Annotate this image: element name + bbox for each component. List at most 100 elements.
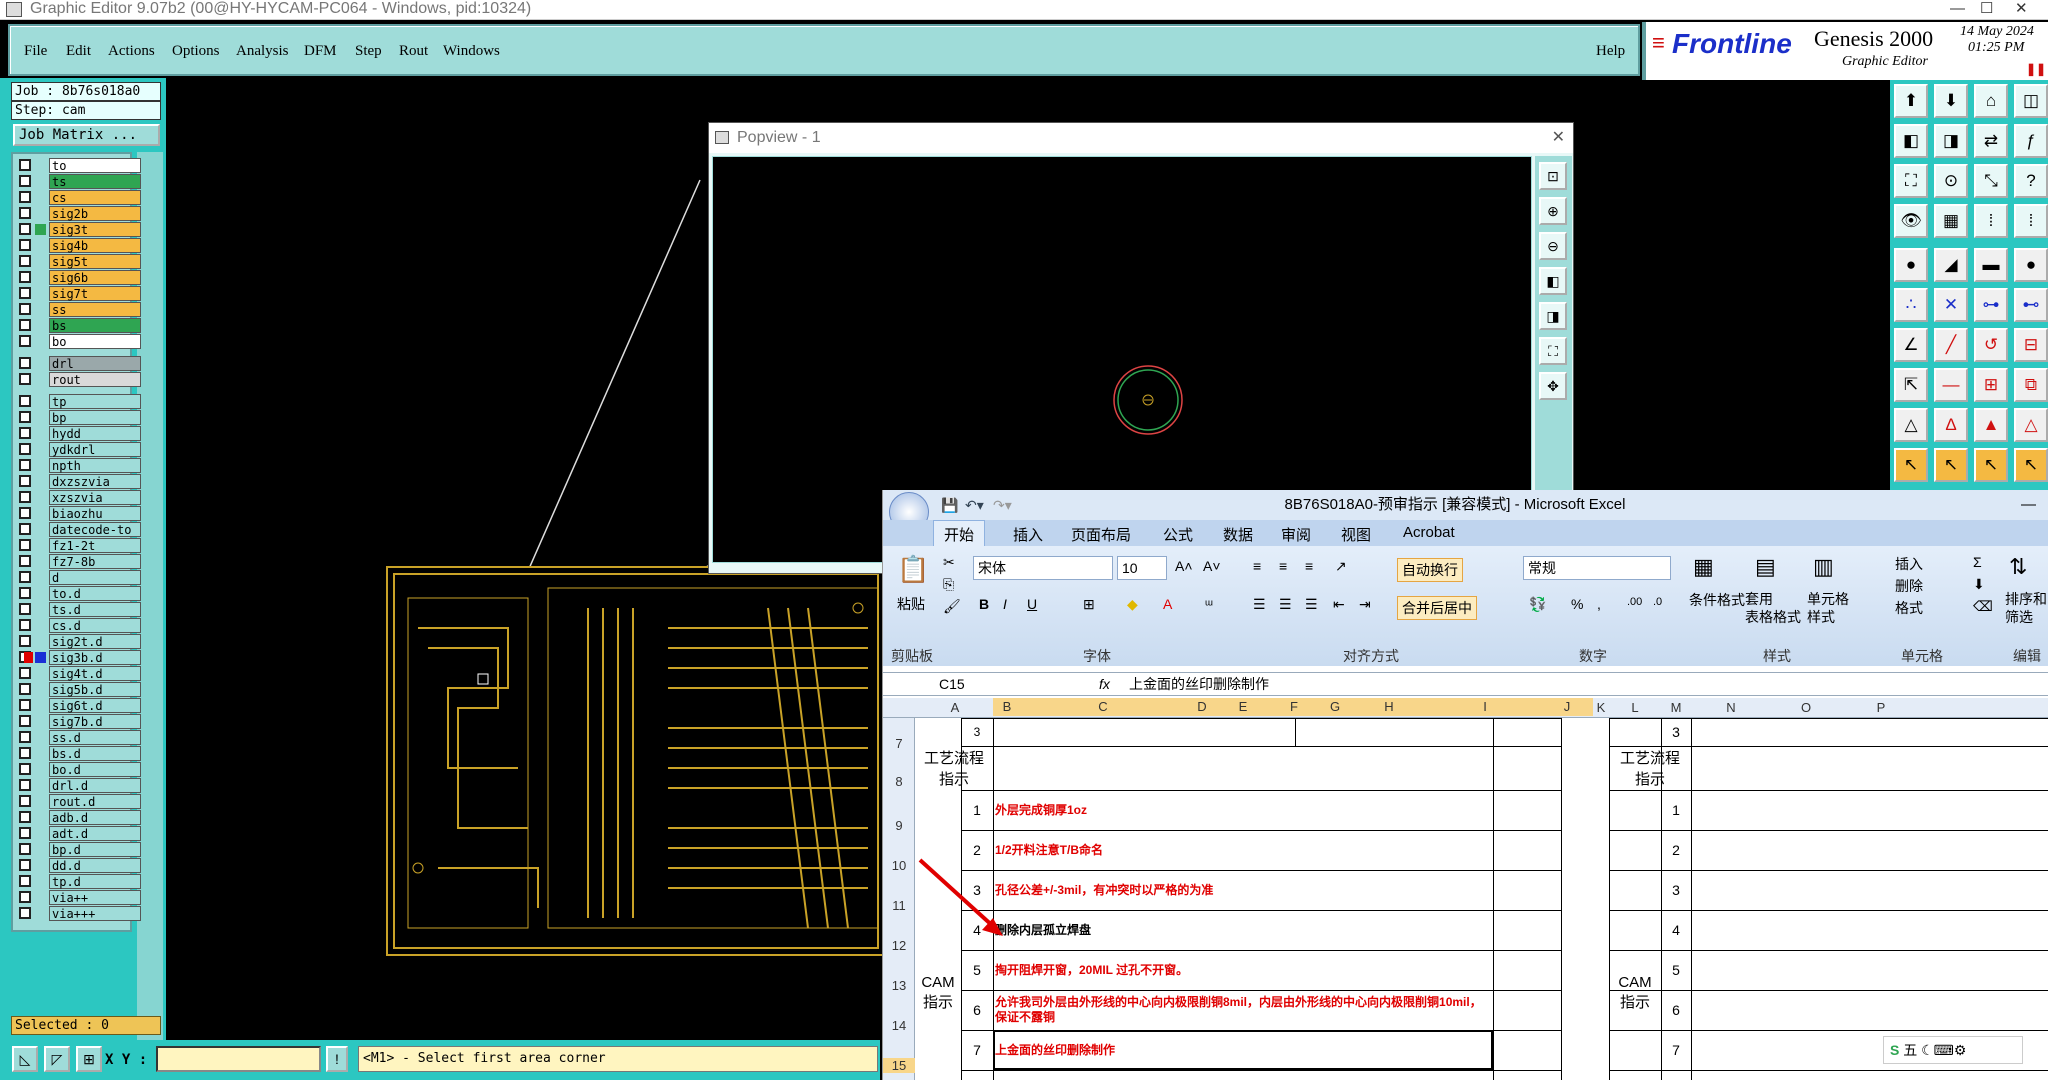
comma-icon[interactable]: ,: [1597, 596, 1601, 612]
paste-icon[interactable]: 📋: [897, 554, 929, 585]
conditional-format-icon[interactable]: ▦: [1693, 554, 1714, 580]
active-cell[interactable]: [993, 1030, 1493, 1070]
connect-icon[interactable]: ∴: [1894, 288, 1928, 322]
popview-center-icon[interactable]: ✥: [1539, 372, 1567, 400]
align-bottom-icon[interactable]: ≡: [1305, 558, 1313, 574]
row-header[interactable]: 13: [883, 978, 915, 993]
popview-zoom-out-icon[interactable]: ⊖: [1539, 232, 1567, 260]
item-text[interactable]: 孔径公差+/-3mil，有冲突时以严格的为准: [995, 870, 1491, 910]
phonetic-icon[interactable]: ᵚ: [1205, 596, 1213, 612]
cell-style-button[interactable]: 单元格 样式: [1807, 590, 1849, 626]
copy-shape-icon[interactable]: ⧉: [2014, 368, 2048, 402]
conditional-format-button[interactable]: 条件格式: [1689, 590, 1745, 610]
column-header[interactable]: L: [1609, 700, 1661, 715]
right-item-number[interactable]: 4: [1661, 910, 1691, 950]
pan-left-icon[interactable]: ◧: [1894, 124, 1928, 158]
layer-down-icon[interactable]: ⬇: [1934, 84, 1968, 118]
wrap-text-button[interactable]: 自动换行: [1397, 558, 1463, 582]
item-number[interactable]: 5: [961, 950, 993, 990]
popview-close-button[interactable]: ✕: [1552, 123, 1565, 153]
column-header[interactable]: O: [1771, 700, 1841, 715]
mirror-icon[interactable]: ⇄: [1974, 124, 2008, 158]
quick-save-icon[interactable]: 💾: [941, 490, 958, 520]
pan-right-icon[interactable]: ◨: [1934, 124, 1968, 158]
tab-formulas[interactable]: 公式: [1163, 524, 1193, 545]
triangle3-icon[interactable]: ▲: [1974, 408, 2008, 442]
eye-icon[interactable]: 👁: [1894, 204, 1928, 238]
cell-style-icon[interactable]: ▥: [1813, 554, 1834, 580]
pointer2-icon[interactable]: ↖: [1934, 448, 1968, 482]
zoom-center-icon[interactable]: ⊙: [1934, 164, 1968, 198]
function-icon[interactable]: ƒ: [2014, 124, 2048, 158]
slash-icon[interactable]: ╱: [1934, 328, 1968, 362]
drill-icon[interactable]: ⁞: [1974, 204, 2008, 238]
column-header[interactable]: I: [1429, 698, 1541, 716]
align-left-icon[interactable]: ☰: [1253, 596, 1266, 613]
triangle-icon[interactable]: △: [1894, 408, 1928, 442]
pcb-board[interactable]: [386, 566, 886, 956]
column-header[interactable]: J: [1541, 698, 1593, 716]
column-header[interactable]: E: [1219, 698, 1267, 716]
pointer3-icon[interactable]: ↖: [1974, 448, 2008, 482]
row-header[interactable]: 14: [883, 1018, 915, 1033]
item-number[interactable]: 6: [961, 990, 993, 1030]
table-format-button[interactable]: 套用 表格格式: [1745, 590, 1801, 626]
font-color-icon[interactable]: A: [1163, 596, 1172, 612]
home-icon[interactable]: ⌂: [1974, 84, 2008, 118]
clear-icon[interactable]: ⌫: [1973, 598, 1993, 615]
excel-minimize-button[interactable]: —: [2021, 490, 2036, 520]
row-header[interactable]: 9: [883, 818, 915, 833]
right-item-number[interactable]: 6: [1661, 990, 1691, 1030]
grow-font-icon[interactable]: A˄: [1175, 558, 1193, 574]
column-header[interactable]: K: [1593, 700, 1609, 715]
dot-icon[interactable]: ●: [2014, 248, 2048, 282]
arc-icon[interactable]: ↺: [1974, 328, 2008, 362]
popview-zoom-home-icon[interactable]: ⊡: [1539, 162, 1567, 190]
shape-icon[interactable]: ◢: [1934, 248, 1968, 282]
item-text[interactable]: 允许我司外层由外形线的中心向内极限削铜8mil，内层由外形线的中心向内极限削铜1…: [995, 990, 1491, 1030]
right-item-number[interactable]: 2: [1661, 830, 1691, 870]
increase-decimal-icon[interactable]: .00: [1627, 596, 1642, 608]
right-item-number[interactable]: 7: [1661, 1030, 1691, 1070]
right-item-number[interactable]: 3: [1661, 870, 1691, 910]
sheet-grid[interactable]: 3 工艺流程 指示 CAM 指示 工艺流程 指示 CAM 指示 1 外层完成铜厚1oz 2 1/…: [915, 718, 2048, 1080]
scale-icon[interactable]: ⤡: [1974, 164, 2008, 198]
row-header[interactable]: 8: [883, 774, 915, 789]
popview-fit-icon[interactable]: ⛶: [1539, 337, 1567, 365]
item-text[interactable]: 掏开阻焊开窗，20MIL 过孔不开窗。: [995, 950, 1491, 990]
tab-data[interactable]: 数据: [1223, 524, 1253, 545]
item-number[interactable]: 7: [961, 1030, 993, 1070]
row-header[interactable]: 15: [883, 1058, 915, 1073]
item-text[interactable]: 外层完成铜厚1oz: [995, 790, 1491, 830]
paste-button[interactable]: 粘贴: [897, 594, 925, 614]
popview-zoom-in-icon[interactable]: ⊕: [1539, 197, 1567, 225]
format-cells-button[interactable]: 格式: [1895, 598, 1923, 618]
border-icon[interactable]: ⊞: [1083, 596, 1095, 613]
split-icon[interactable]: ◫: [2014, 84, 2048, 118]
column-header[interactable]: C: [1021, 698, 1185, 716]
fill-icon[interactable]: ⬇: [1973, 576, 1985, 593]
column-header[interactable]: H: [1349, 698, 1429, 716]
item-text[interactable]: 1/2开料注意T/B命名: [995, 830, 1491, 870]
column-header[interactable]: A: [915, 700, 995, 715]
node-icon[interactable]: ⊶: [1974, 288, 2008, 322]
font-size-select[interactable]: 10: [1117, 556, 1167, 580]
column-header[interactable]: D: [1185, 698, 1219, 716]
triangle4-icon[interactable]: △: [2014, 408, 2048, 442]
underline-icon[interactable]: U: [1027, 596, 1037, 612]
column-header[interactable]: N: [1691, 700, 1771, 715]
column-header[interactable]: P: [1841, 700, 1921, 715]
cut-icon[interactable]: ✂: [943, 554, 955, 571]
excel-titlebar[interactable]: 💾 ↶▾ ↷▾ 8B76S018A0-预审指示 [兼容模式] - Microso…: [883, 490, 2048, 532]
angle-icon[interactable]: ∠: [1894, 328, 1928, 362]
increase-indent-icon[interactable]: ⇥: [1359, 596, 1371, 613]
decrease-indent-icon[interactable]: ⇤: [1333, 596, 1345, 613]
section-flow-label-right[interactable]: 工艺流程 指示: [1609, 746, 1691, 790]
column-header[interactable]: M: [1661, 700, 1691, 715]
insert-cells-button[interactable]: 插入: [1895, 554, 1923, 574]
orientation-icon[interactable]: ↗: [1335, 558, 1347, 575]
cross-icon[interactable]: ✕: [1934, 288, 1968, 322]
tab-view[interactable]: 视图: [1341, 524, 1371, 545]
align-top-icon[interactable]: ≡: [1253, 558, 1261, 574]
fx-icon[interactable]: fx: [1099, 674, 1110, 694]
